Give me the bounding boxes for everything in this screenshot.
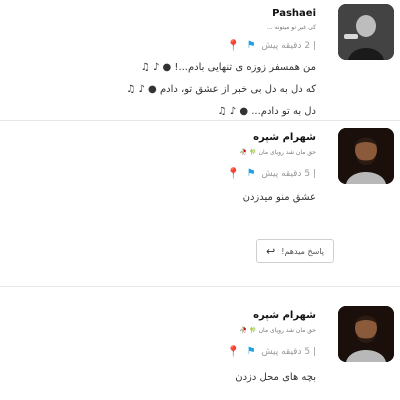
avatar[interactable] <box>338 4 394 60</box>
username[interactable]: Pashaei <box>272 8 316 19</box>
divider <box>0 286 400 287</box>
pin-icon[interactable]: 📍 <box>227 39 241 52</box>
username[interactable]: شهرام شپره <box>253 310 316 321</box>
comment-meta: | 5 دقیقه پیش ⚑ 📍 <box>227 167 316 180</box>
reply-button[interactable]: پاسخ میدهم! ↩ <box>256 239 334 263</box>
user-bio: حق مان شد رویای مان 🎋 🥀 <box>239 149 316 156</box>
comment-line: عشق منو میدزدن <box>242 192 316 203</box>
reply-arrow-icon: ↩ <box>266 244 276 258</box>
username[interactable]: شهرام شپره <box>253 132 316 143</box>
user-bio: حق مان شد رویای مان 🎋 🥀 <box>239 327 316 334</box>
comment-meta: | 2 دقیقه پیش ⚑ 📍 <box>227 39 316 52</box>
comment-time: | 5 دقیقه پیش <box>261 168 316 179</box>
user-bio: کی غیر تو میتونه ... <box>266 24 316 31</box>
flag-icon[interactable]: ⚑ <box>247 346 256 357</box>
pin-icon[interactable]: 📍 <box>227 167 241 180</box>
comment-line: که دل به دل بی خبر از عشق تو، دادم ● ♪ ♫ <box>126 84 316 95</box>
comment-line: من همسفر زوزه ی تنهایی بادم...! ● ♪ ♫ <box>140 62 316 73</box>
comment-time: | 5 دقیقه پیش <box>261 346 316 357</box>
avatar[interactable] <box>338 128 394 184</box>
flag-icon[interactable]: ⚑ <box>247 168 256 179</box>
comment-line: دل به تو دادم... ● ♪ ♫ <box>217 106 316 117</box>
divider <box>0 120 400 121</box>
avatar[interactable] <box>338 306 394 362</box>
comment-time: | 2 دقیقه پیش <box>261 40 316 51</box>
flag-icon[interactable]: ⚑ <box>247 40 256 51</box>
reply-label: پاسخ میدهم! <box>281 246 324 256</box>
pin-icon[interactable]: 📍 <box>227 345 241 358</box>
comment-line: بچه های محل دزدن <box>235 372 316 383</box>
comment-meta: | 5 دقیقه پیش ⚑ 📍 <box>227 345 316 358</box>
